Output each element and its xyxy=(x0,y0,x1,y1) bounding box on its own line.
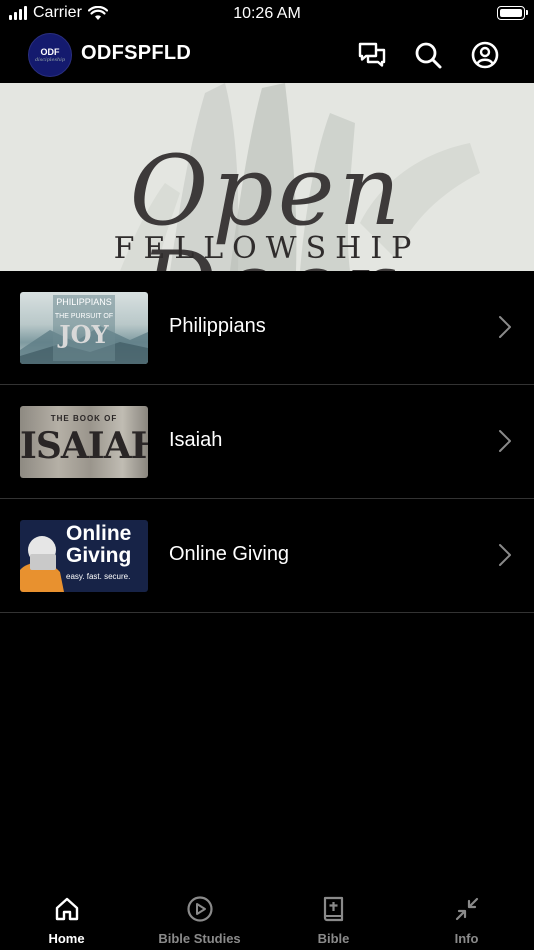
isaiah-thumbnail: THE BOOK OF ISAIAH xyxy=(20,406,148,478)
logo-text: ODF xyxy=(40,47,60,57)
chat-icon[interactable] xyxy=(357,40,387,70)
banner-subtitle: FELLOWSHIP xyxy=(113,231,421,266)
online-giving-thumbnail: Online Giving easy. fast. secure. xyxy=(20,520,148,592)
chevron-right-icon xyxy=(499,544,511,566)
isaiah-thumb-subtitle: THE BOOK OF xyxy=(50,414,118,423)
isaiah-thumb-title: ISAIAH xyxy=(20,425,148,467)
collapse-icon xyxy=(455,897,478,921)
tab-bible[interactable]: Bible xyxy=(267,890,400,950)
giving-thumb-line1: Online xyxy=(66,522,132,545)
list-item-online-giving[interactable]: Online Giving easy. fast. secure. Online… xyxy=(0,499,534,613)
giving-thumb-tagline: easy. fast. secure. xyxy=(66,572,131,581)
status-bar: Carrier 10:26 AM xyxy=(0,0,534,30)
list-item-isaiah[interactable]: THE BOOK OF ISAIAH Isaiah xyxy=(0,385,534,499)
tab-bible-studies[interactable]: Bible Studies xyxy=(133,890,266,950)
app-logo[interactable]: ODF discipleship xyxy=(28,33,72,77)
battery-icon xyxy=(497,6,528,20)
home-icon xyxy=(55,897,78,921)
tab-home-label: Home xyxy=(48,931,85,946)
tab-info-label: Info xyxy=(454,931,479,946)
list-item-philippians[interactable]: PHILIPPIANS THE PURSUIT OF JOY Philippia… xyxy=(0,271,534,385)
chevron-right-icon xyxy=(499,316,511,338)
giving-thumb-line2: Giving xyxy=(66,544,132,567)
tab-bar: Home Bible Studies Bible Info xyxy=(0,890,534,950)
philippians-thumb-title: PHILIPPIANS xyxy=(56,297,112,307)
chevron-right-icon xyxy=(499,430,511,452)
tab-info[interactable]: Info xyxy=(400,890,533,950)
profile-icon[interactable] xyxy=(470,40,500,70)
app-header: ODF discipleship ODFSPFLD xyxy=(0,30,534,82)
philippians-thumb-joy: JOY xyxy=(59,320,109,349)
online-giving-label: Online Giving xyxy=(169,543,290,565)
philippians-thumbnail: PHILIPPIANS THE PURSUIT OF JOY xyxy=(20,292,148,364)
content-list: PHILIPPIANS THE PURSUIT OF JOY Philippia… xyxy=(0,271,534,613)
tab-bible-studies-label: Bible Studies xyxy=(158,931,241,946)
tab-bible-label: Bible xyxy=(317,931,350,946)
app-screen: Carrier 10:26 AM ODF discipleship ODFSPF… xyxy=(0,0,534,950)
status-time: 10:26 AM xyxy=(233,5,301,22)
logo-subtext: discipleship xyxy=(34,57,66,63)
philippians-label: Philippians xyxy=(169,315,266,337)
isaiah-label: Isaiah xyxy=(169,429,223,451)
hero-banner: Open Door FELLOWSHIP xyxy=(0,83,534,271)
bible-icon xyxy=(323,896,343,922)
app-title: ODFSPFLD xyxy=(81,42,192,64)
search-icon[interactable] xyxy=(413,40,443,70)
tab-home[interactable]: Home xyxy=(0,890,133,950)
play-icon xyxy=(186,896,213,922)
